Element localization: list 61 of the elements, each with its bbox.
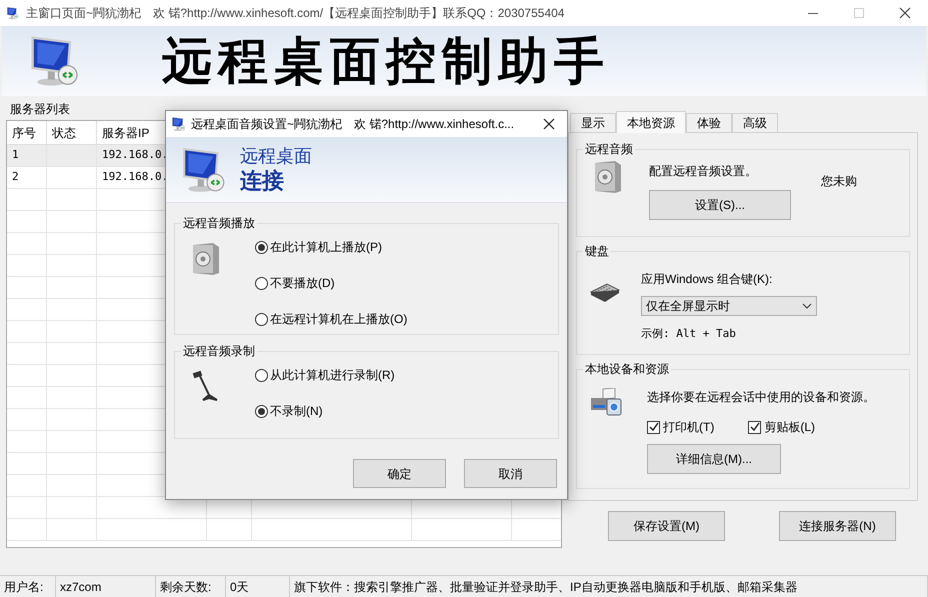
group-label: 远程音频 [583,141,635,157]
column-header[interactable]: 状态 [52,124,76,142]
monitor-icon [171,116,187,132]
radio-label: 从此计算机进行录制(R) [270,367,395,384]
group-label: 本地设备和资源 [583,361,671,377]
radio-button[interactable] [255,404,268,418]
details-button[interactable]: 详细信息(M)... [647,444,781,474]
header-title: 远程桌面 [240,144,312,166]
tab[interactable]: 高级 [732,113,778,132]
checkbox-label: 剪贴板(L) [764,419,815,436]
cancel-button[interactable]: 取消 [464,459,557,488]
status-text: xz7com [60,578,102,596]
radio-label: 不要播放(D) [270,275,335,292]
tab[interactable]: 体验 [686,113,732,132]
tab[interactable]: 本地资源 [616,111,686,133]
checkbox-label: 打印机(T) [663,419,714,436]
description: 选择你要在远程会话中使用的设备和资源。 [647,389,875,406]
radio-label: 在此计算机上播放(P) [270,239,382,256]
monitor-icon [6,6,20,20]
group-label: 远程音频录制 [181,343,257,359]
banner-title: 远程桌面控制助手 [162,31,610,91]
table-cell-text: 1 [12,147,19,164]
column-header[interactable]: 服务器IP [102,124,150,142]
dialog-title: 远程桌面音频设置~闁犺渤杞 欢 锘?http://www.xinhesoft.c... [191,116,514,133]
radio-label: 不录制(N) [270,403,323,420]
speaker-icon [593,160,623,194]
printer-icon [589,388,623,418]
save-settings-button[interactable]: 保存设置(M) [608,511,725,541]
column-header[interactable]: 序号 [12,124,36,142]
group-label: 键盘 [583,243,611,259]
description: 配置远程音频设置。 [649,163,758,180]
connect-server-button[interactable]: 连接服务器(N) [779,511,896,541]
tab[interactable]: 显示 [570,113,616,132]
radio-label: 在远程计算机在上播放(O) [270,311,408,328]
status-text: 用户名: [4,578,44,596]
table-cell-text: 2 [12,169,19,186]
header-subtitle: 连接 [240,166,285,194]
chevron-down-icon [802,303,812,309]
settings-button[interactable]: 设置(S)... [649,190,791,220]
ok-button[interactable]: 确定 [353,459,446,488]
field-label: 应用Windows 组合键(K): [641,271,774,288]
group-label: 远程音频播放 [181,215,257,231]
table-cell-text: 192.168.0. [102,147,168,164]
radio-button[interactable] [255,276,268,290]
status-text: 0天 [230,578,249,596]
example-text: 示例: Alt + Tab [641,326,737,342]
status-text: 旗下软件：搜索引擎推广器、批量验证并登录助手、IP自动更换器电脑版和手机版、邮箱采集器 [294,578,798,596]
checkbox[interactable] [748,420,762,434]
note: 您未购 [821,173,857,190]
speaker-icon [191,242,221,276]
group-label: 服务器列表 [10,102,71,116]
window-title: 主窗口页面~闁犺渤杞 欢 锘?http://www.xinhesoft.com/【远程桌面控制助手】联系QQ：2030755404 [26,5,564,22]
radio-button[interactable] [255,368,268,382]
status-text: 剩余天数: [160,578,212,596]
radio-button[interactable] [255,240,268,254]
table-cell-text: 192.168.0. [102,169,168,186]
radio-button[interactable] [255,312,268,326]
shortcut-dropdown[interactable]: 仅在全屏显示时 [641,296,817,316]
checkbox[interactable] [647,420,660,434]
keyboard-icon [589,282,621,302]
close-icon[interactable] [543,118,555,130]
